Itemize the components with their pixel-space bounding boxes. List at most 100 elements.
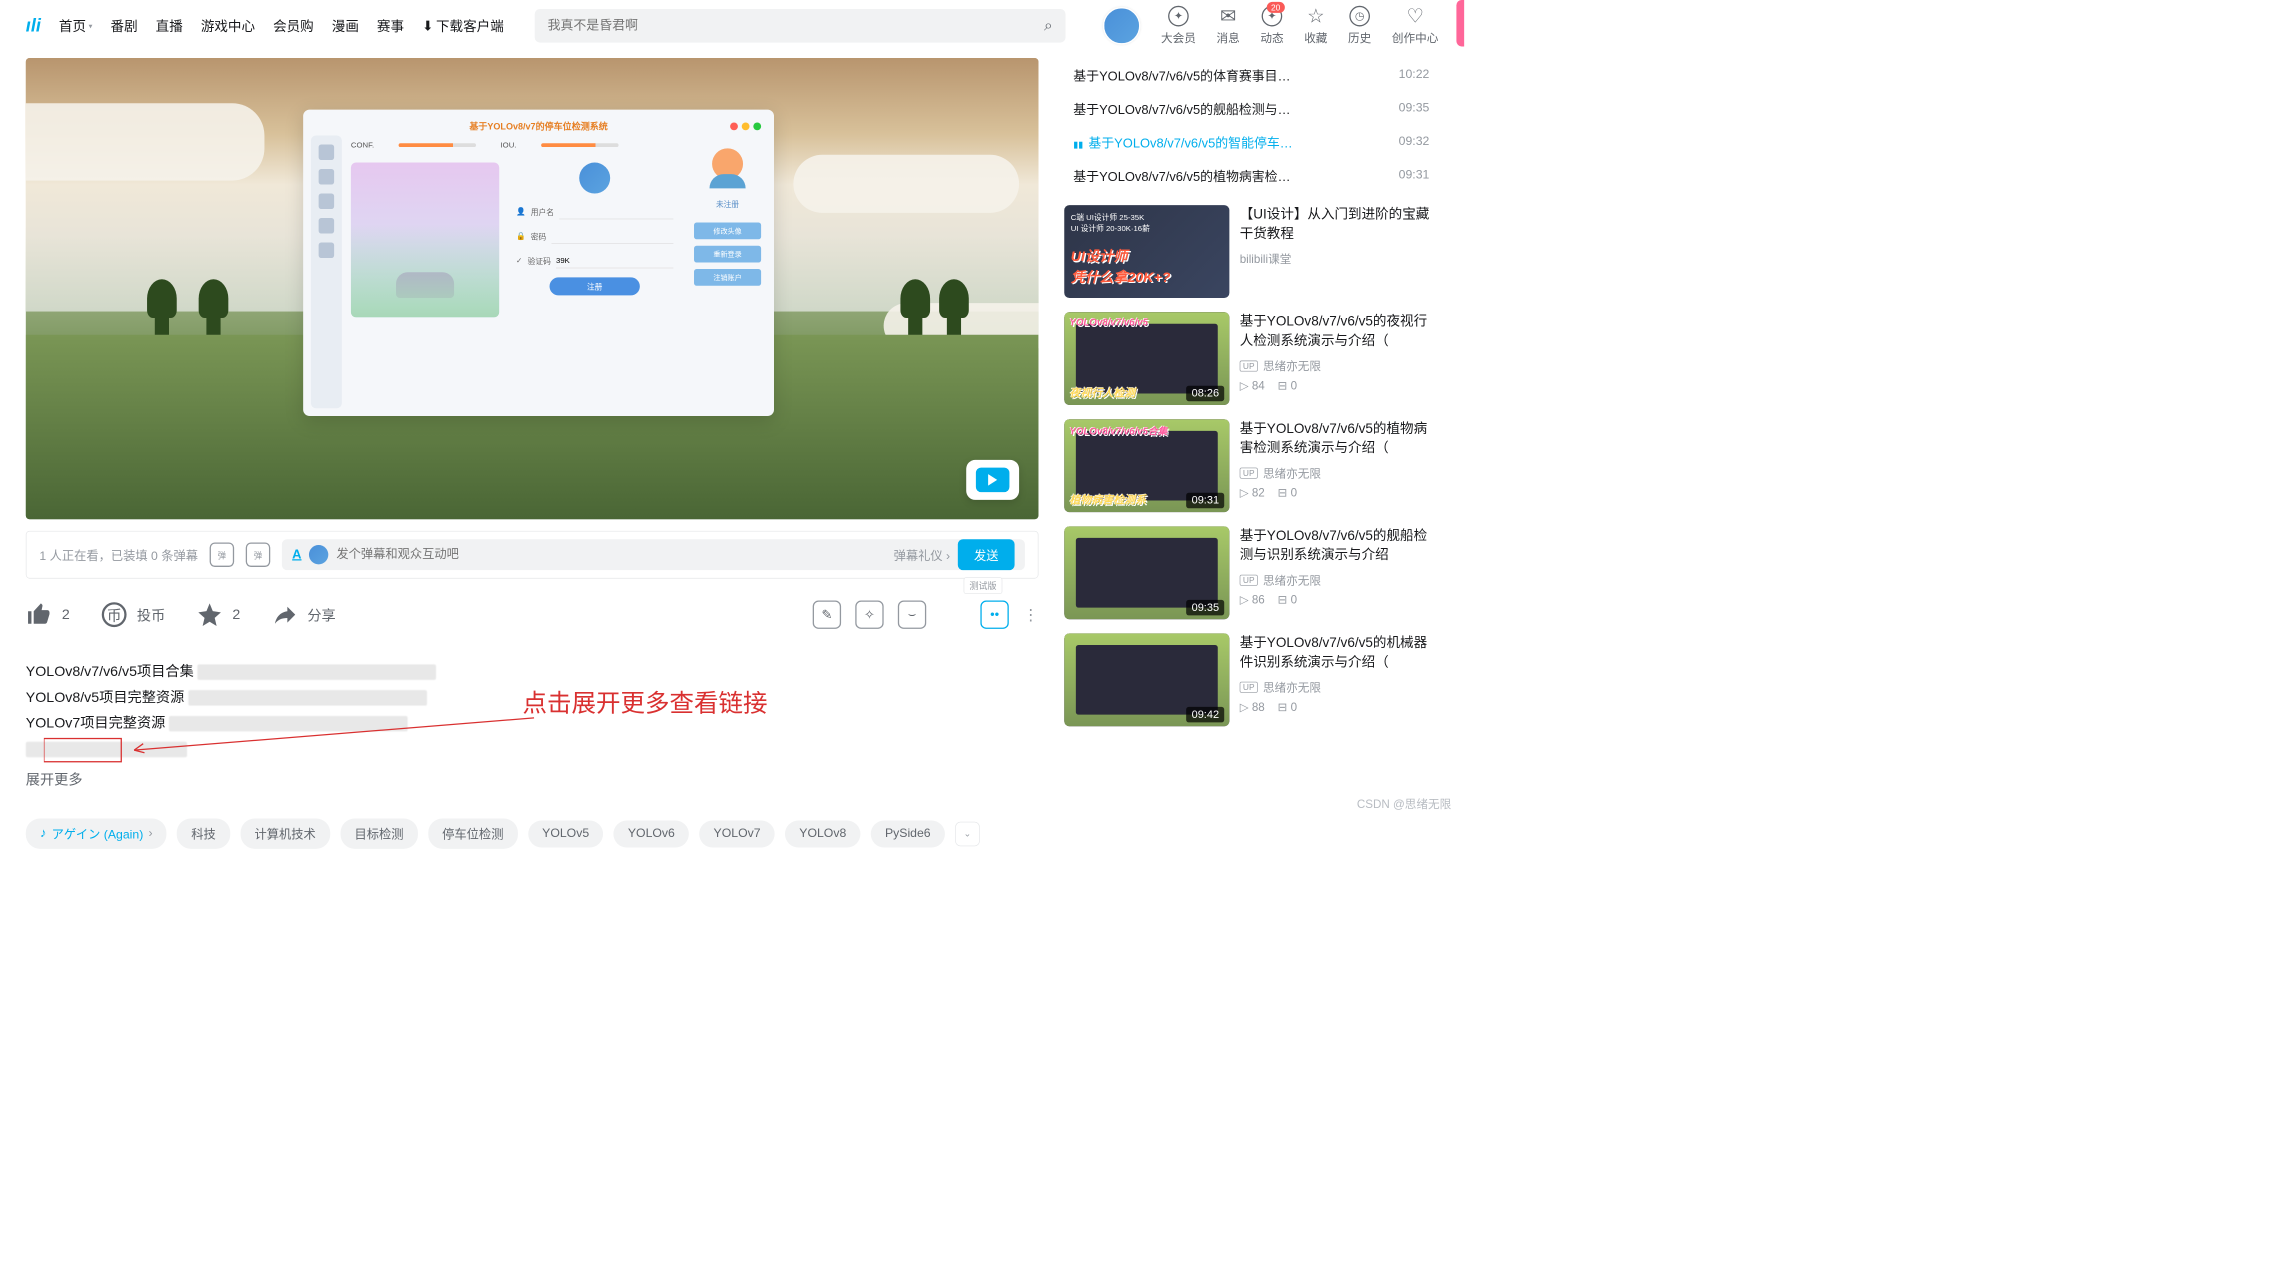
chevron-down-icon: ▾ <box>89 21 93 30</box>
playlist-item[interactable]: 基于YOLOv8/v7/v6/v5的体育赛事目…10:22 <box>1064 58 1438 92</box>
duration: 09:35 <box>1186 600 1224 615</box>
tag-music[interactable]: アゲイン (Again) <box>26 819 167 849</box>
um-fav[interactable]: ☆收藏 <box>1304 6 1327 46</box>
emoji-button[interactable]: ⌣ <box>898 600 926 628</box>
tag-item[interactable]: YOLOv8 <box>785 820 860 847</box>
nav-shop[interactable]: 会员购 <box>273 16 314 35</box>
star-icon <box>196 601 223 628</box>
um-vip[interactable]: ✦大会员 <box>1161 6 1196 46</box>
rec-thumb: 09:42 <box>1064 633 1229 726</box>
watching-count: 1 人正在看，已装填 0 条弹幕 <box>39 546 198 563</box>
um-history[interactable]: ◷历史 <box>1348 6 1371 46</box>
avatar[interactable] <box>1103 7 1140 44</box>
search-bar[interactable]: ⌕ <box>535 9 1066 43</box>
rec-thumb: YOLOv8/v7/v6/v5 夜视行人检测 08:26 <box>1064 312 1229 405</box>
tag-item[interactable]: YOLOv7 <box>699 820 774 847</box>
nav-match[interactable]: 赛事 <box>377 16 404 35</box>
rec-title: 基于YOLOv8/v7/v6/v5的舰船检测与识别系统演示与介绍 <box>1240 526 1439 565</box>
more-icon[interactable]: ⋮ <box>1023 605 1038 624</box>
pin-button[interactable]: ✧ <box>855 600 883 628</box>
note-button[interactable]: ✎ <box>813 600 841 628</box>
search-input[interactable] <box>548 18 1044 33</box>
play-button[interactable] <box>966 460 1019 500</box>
like-button[interactable]: 2 <box>26 601 70 628</box>
site-logo[interactable]: ıli <box>26 15 41 36</box>
duration: 08:26 <box>1186 386 1224 401</box>
user-menu: ✦大会员 ✉消息 ✦20动态 ☆收藏 ◷历史 ♡创作中心 <box>1103 6 1438 46</box>
etiquette-link[interactable]: 弹幕礼仪 › <box>894 546 951 563</box>
app-window: 基于YOLOv8/v7的停车位检测系统 CONF.IOU. 👤用户名 🔒密码 ✓… <box>303 110 774 416</box>
rec-stats: ▷ 84⊟ 0 <box>1240 379 1439 393</box>
ai-button[interactable]: •• <box>980 600 1008 628</box>
danmaku-settings[interactable]: 弹 <box>246 542 271 567</box>
avatar-small <box>309 545 328 564</box>
test-tag: 测试版 <box>964 577 1003 594</box>
right-edge-handle[interactable] <box>1456 0 1464 46</box>
share-button[interactable]: 分享 <box>271 601 336 628</box>
tag-item[interactable]: 目标检测 <box>340 819 417 849</box>
font-icon[interactable]: A <box>292 547 301 562</box>
tag-more[interactable]: ⌄ <box>955 821 980 846</box>
description: YOLOv8/v7/v6/v5项目合集 YOLOv8/v5项目完整资源 YOLO… <box>26 659 1039 793</box>
expand-more[interactable]: 展开更多 <box>26 767 83 793</box>
rec-stats: ▷ 88⊟ 0 <box>1240 700 1439 714</box>
rec-uploader[interactable]: UP思绪亦无限 <box>1240 357 1439 374</box>
nav-live[interactable]: 直播 <box>156 16 183 35</box>
danmaku-input-wrap: A 弹幕礼仪 › 发送 <box>282 539 1025 570</box>
rec-item[interactable]: 09:35 基于YOLOv8/v7/v6/v5的舰船检测与识别系统演示与介绍 U… <box>1064 526 1438 619</box>
rec-stats: ▷ 86⊟ 0 <box>1240 593 1439 607</box>
annotation-text: 点击展开更多查看链接 <box>522 691 767 717</box>
rec-thumb: YOLOv8/v7/v6/v5合集 植物病害检测系 09:31 <box>1064 419 1229 512</box>
mail-icon: ✉ <box>1218 6 1239 27</box>
rec-uploader[interactable]: bilibili课堂 <box>1240 250 1439 267</box>
tags: アゲイン (Again) 科技 计算机技术 目标检测 停车位检测 YOLOv5 … <box>26 819 1039 849</box>
fav-button[interactable]: 2 <box>196 601 240 628</box>
coin-icon: 币 <box>101 601 128 628</box>
playlist-item[interactable]: 基于YOLOv8/v7/v6/v5的舰船检测与…09:35 <box>1064 92 1438 126</box>
tag-item[interactable]: YOLOv5 <box>528 820 603 847</box>
action-bar: 2 币投币 2 分享 ✎ ✧ ⌣ •• 测试版 ⋮ <box>26 589 1039 641</box>
app-sidebar <box>311 135 342 408</box>
coin-button[interactable]: 币投币 <box>101 601 166 628</box>
tag-item[interactable]: 停车位检测 <box>428 819 518 849</box>
rec-title: 基于YOLOv8/v7/v6/v5的夜视行人检测系统演示与介绍（ <box>1240 312 1439 351</box>
tag-item[interactable]: 计算机技术 <box>240 819 330 849</box>
danmaku-toggle[interactable]: 弹 <box>210 542 235 567</box>
search-icon[interactable]: ⌕ <box>1044 17 1053 35</box>
danmaku-input[interactable] <box>336 548 885 562</box>
duration: 09:31 <box>1186 493 1224 508</box>
rec-item[interactable]: 09:42 基于YOLOv8/v7/v6/v5的机械器件识别系统演示与介绍（ U… <box>1064 633 1438 726</box>
um-trend[interactable]: ✦20动态 <box>1260 6 1283 46</box>
bulb-icon: ♡ <box>1405 6 1426 27</box>
um-create[interactable]: ♡创作中心 <box>1392 6 1438 46</box>
share-icon <box>271 601 298 628</box>
nav-download[interactable]: ⬇ 下载客户端 <box>422 16 504 35</box>
send-button[interactable]: 发送 <box>958 539 1015 570</box>
badge: 20 <box>1266 2 1284 13</box>
nav-bangumi[interactable]: 番剧 <box>111 16 138 35</box>
nav-game[interactable]: 游戏中心 <box>201 16 255 35</box>
um-message[interactable]: ✉消息 <box>1216 6 1239 46</box>
nav-home[interactable]: 首页▾ <box>59 16 93 35</box>
playlist-item-active[interactable]: ▮▮基于YOLOv8/v7/v6/v5的智能停车…09:32 <box>1064 125 1438 159</box>
rec-item[interactable]: C端 UI设计师 25-35KUI 设计师 20-30K·16薪 UI设计师凭什… <box>1064 205 1438 298</box>
rec-item[interactable]: YOLOv8/v7/v6/v5 夜视行人检测 08:26 基于YOLOv8/v7… <box>1064 312 1438 405</box>
rec-uploader[interactable]: UP思绪亦无限 <box>1240 679 1439 696</box>
duration: 09:42 <box>1186 707 1224 722</box>
playlist: 基于YOLOv8/v7/v6/v5的体育赛事目…10:22 基于YOLOv8/v… <box>1064 58 1438 192</box>
video-player[interactable]: 基于YOLOv8/v7的停车位检测系统 CONF.IOU. 👤用户名 🔒密码 ✓… <box>26 58 1039 519</box>
playlist-item[interactable]: 基于YOLOv8/v7/v6/v5的植物病害检…09:31 <box>1064 159 1438 193</box>
sidebar: 基于YOLOv8/v7/v6/v5的体育赛事目…10:22 基于YOLOv8/v… <box>1064 58 1438 849</box>
rec-thumb: 09:35 <box>1064 526 1229 619</box>
rec-uploader[interactable]: UP思绪亦无限 <box>1240 571 1439 588</box>
rec-item[interactable]: YOLOv8/v7/v6/v5合集 植物病害检测系 09:31 基于YOLOv8… <box>1064 419 1438 512</box>
tag-item[interactable]: YOLOv6 <box>614 820 689 847</box>
rec-title: 基于YOLOv8/v7/v6/v5的植物病害检测系统演示与介绍（ <box>1240 419 1439 458</box>
tag-item[interactable]: PySide6 <box>871 820 945 847</box>
tag-item[interactable]: 科技 <box>177 819 230 849</box>
vip-icon: ✦ <box>1168 6 1189 27</box>
nav: 首页▾ 番剧 直播 游戏中心 会员购 漫画 赛事 ⬇ 下载客户端 <box>59 16 504 35</box>
nav-manga[interactable]: 漫画 <box>332 16 359 35</box>
rec-uploader[interactable]: UP思绪亦无限 <box>1240 464 1439 481</box>
register-btn: 注册 <box>550 277 640 295</box>
